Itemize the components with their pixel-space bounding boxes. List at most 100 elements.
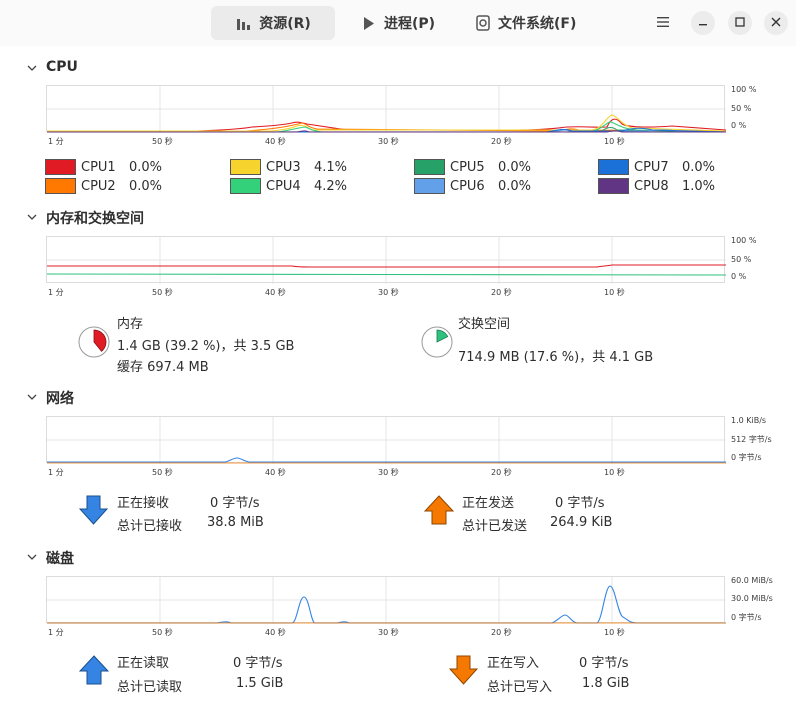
recv-total: 38.8 MiB [207, 515, 264, 530]
cpu-value: 0.0% [129, 178, 163, 194]
bar-chart-icon [235, 14, 253, 32]
memory-graph [46, 236, 726, 284]
x-tick: 1 分 [48, 288, 64, 297]
swap-label: 交换空间 [458, 317, 511, 332]
x-tick: 20 秒 [491, 468, 512, 477]
cpu-value: 0.0% [498, 178, 532, 194]
y-tick: 0 % [731, 121, 747, 130]
x-tick: 20 秒 [491, 628, 512, 637]
read-value: 0 字节/s [233, 656, 283, 671]
x-tick: 50 秒 [152, 288, 173, 297]
memory-pie-icon[interactable] [78, 326, 110, 358]
cpu-legend-cpu7[interactable]: CPU7 0.0% [598, 158, 715, 176]
chevron-down-icon[interactable] [26, 211, 38, 223]
recv-total-label: 总计已接收 [117, 519, 183, 534]
cpu-legend-cpu6[interactable]: CPU6 0.0% [414, 177, 531, 195]
send-total-label: 总计已发送 [462, 519, 528, 534]
send-value: 0 字节/s [555, 496, 605, 511]
x-tick: 10 秒 [604, 628, 625, 637]
color-swatch[interactable] [598, 159, 629, 175]
send-total: 264.9 KiB [550, 515, 613, 530]
memory-label: 内存 [117, 317, 144, 332]
maximize-button[interactable] [728, 11, 752, 35]
close-button[interactable] [764, 11, 788, 35]
arrow-down-icon[interactable] [79, 495, 108, 525]
y-tick: 512 字节/s [731, 435, 772, 444]
send-label: 正在发送 [462, 496, 515, 511]
x-tick: 1 分 [48, 628, 64, 637]
menu-icon [657, 16, 669, 31]
arrow-down-icon[interactable] [449, 655, 478, 685]
color-swatch[interactable] [230, 178, 261, 194]
cpu-legend-cpu1[interactable]: CPU1 0.0% [45, 158, 162, 176]
y-tick: 0 字节/s [731, 453, 762, 462]
cpu-legend-cpu5[interactable]: CPU5 0.0% [414, 158, 531, 176]
section-title-disk: 磁盘 [46, 551, 74, 567]
x-tick: 20 秒 [491, 137, 512, 146]
chevron-down-icon[interactable] [26, 62, 38, 74]
cpu-name: CPU2 [81, 178, 116, 194]
tab-resources[interactable]: 资源(R) [211, 6, 335, 40]
color-swatch[interactable] [414, 178, 445, 194]
memory-graph-canvas [47, 237, 726, 284]
section-title-network: 网络 [46, 391, 74, 407]
disk-graph [46, 576, 726, 624]
chevron-down-icon[interactable] [26, 391, 38, 403]
y-tick: 100 % [731, 85, 757, 94]
swap-usage: 714.9 MB (17.6 %)，共 4.1 GB [458, 350, 654, 365]
tab-label: 进程(P) [384, 16, 436, 32]
x-tick: 1 分 [48, 468, 64, 477]
tab-processes[interactable]: 进程(P) [360, 6, 450, 40]
color-swatch[interactable] [45, 159, 76, 175]
x-tick: 50 秒 [152, 468, 173, 477]
arrow-up-icon[interactable] [424, 495, 454, 525]
tab-filesystems[interactable]: 文件系统(F) [474, 6, 594, 40]
x-tick: 50 秒 [152, 137, 173, 146]
minimize-button[interactable] [691, 11, 715, 35]
cpu-legend-cpu4[interactable]: CPU4 4.2% [230, 177, 347, 195]
x-tick: 10 秒 [604, 288, 625, 297]
color-swatch[interactable] [45, 178, 76, 194]
network-graph-canvas [47, 417, 726, 464]
tab-label: 资源(R) [259, 16, 311, 32]
color-swatch[interactable] [598, 178, 629, 194]
y-tick: 0 % [731, 272, 747, 281]
x-tick: 40 秒 [265, 288, 286, 297]
minimize-icon [698, 16, 708, 31]
color-swatch[interactable] [230, 159, 261, 175]
disk-graph-canvas [47, 577, 726, 624]
cpu-value: 4.2% [314, 178, 348, 194]
cpu-value: 1.0% [682, 178, 716, 194]
x-tick: 10 秒 [604, 468, 625, 477]
memory-usage: 1.4 GB (39.2 %)，共 3.5 GB [117, 339, 295, 354]
chevron-down-icon[interactable] [26, 551, 38, 563]
write-total: 1.8 GiB [582, 676, 630, 691]
disk-icon [474, 14, 492, 32]
maximize-icon [735, 16, 745, 31]
cpu-name: CPU1 [81, 159, 116, 175]
x-tick: 40 秒 [265, 628, 286, 637]
cpu-name: CPU3 [266, 159, 301, 175]
read-label: 正在读取 [117, 656, 170, 671]
recv-value: 0 字节/s [210, 496, 260, 511]
y-tick: 100 % [731, 236, 757, 245]
arrow-up-icon[interactable] [79, 655, 109, 685]
cpu-name: CPU4 [266, 178, 301, 194]
y-tick: 50 % [731, 104, 752, 113]
cpu-graph-canvas [47, 86, 726, 133]
x-tick: 1 分 [48, 137, 64, 146]
color-swatch[interactable] [414, 159, 445, 175]
cpu-legend-cpu8[interactable]: CPU8 1.0% [598, 177, 715, 195]
read-total-label: 总计已读取 [117, 680, 183, 695]
cpu-name: CPU6 [450, 178, 485, 194]
tab-label: 文件系统(F) [498, 16, 577, 32]
menu-button[interactable] [651, 11, 675, 35]
swap-pie-icon[interactable] [421, 326, 453, 358]
write-total-label: 总计已写入 [487, 680, 553, 695]
section-title-memory: 内存和交换空间 [46, 211, 144, 227]
cpu-name: CPU7 [634, 159, 669, 175]
cpu-legend-cpu3[interactable]: CPU3 4.1% [230, 158, 347, 176]
x-tick: 50 秒 [152, 628, 173, 637]
x-tick: 30 秒 [378, 628, 399, 637]
cpu-legend-cpu2[interactable]: CPU2 0.0% [45, 177, 162, 195]
